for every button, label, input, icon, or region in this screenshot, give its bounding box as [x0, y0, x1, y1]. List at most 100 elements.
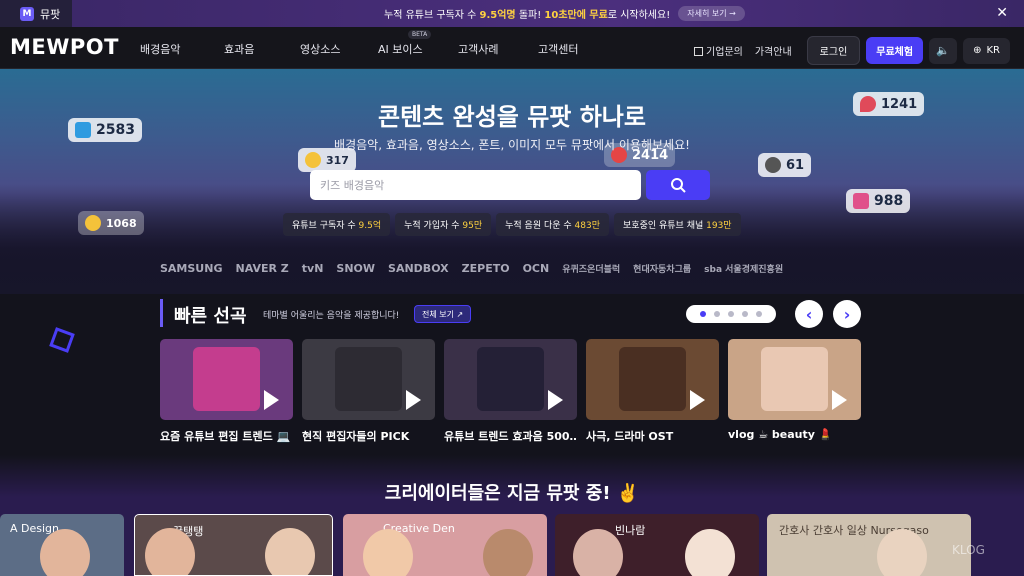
playlist-thumbnail: [302, 339, 435, 420]
playlist-card[interactable]: 사극, 드라마 OST: [586, 339, 719, 444]
creator-face: [685, 529, 735, 576]
playlist-art: [193, 347, 260, 411]
playlist-card[interactable]: 유튜브 트렌드 효과음 500…: [444, 339, 577, 444]
camera-icon: [853, 193, 869, 209]
playlist-card[interactable]: vlog ☕ beauty 💄: [728, 339, 861, 441]
partner-logos: SAMSUNG NAVER Z tvN SNOW SANDBOX ZEPETO …: [160, 262, 783, 275]
creator-card[interactable]: 빈나람: [555, 514, 759, 576]
partner-logo: SNOW: [336, 262, 376, 275]
play-icon[interactable]: [548, 390, 563, 410]
playlist-thumbnail: [728, 339, 861, 420]
carousel-dot[interactable]: [728, 311, 734, 317]
creator-card[interactable]: A Design: [0, 514, 124, 576]
carousel-dot[interactable]: [700, 311, 706, 317]
free-trial-button[interactable]: 무료체험: [866, 37, 924, 64]
hero-title: 콘텐츠 완성을 뮤팟 하나로: [378, 103, 646, 131]
creator-face: [573, 529, 623, 576]
stat-members: 누적 가입자 수 95만: [395, 213, 492, 236]
view-all-button[interactable]: 전체 보기 ↗: [414, 305, 472, 323]
menu-support[interactable]: 고객센터: [538, 41, 608, 57]
emoji-icon: [85, 215, 101, 231]
enterprise-link[interactable]: 기업문의: [691, 43, 746, 58]
partner-logo: tvN: [301, 262, 324, 275]
stat-subscribers: 유튜브 구독자 수 9.5억: [283, 213, 391, 236]
search-button[interactable]: [646, 170, 710, 200]
search-icon: [671, 178, 686, 193]
playlist-thumbnail: [160, 339, 293, 420]
play-icon[interactable]: [832, 390, 847, 410]
promo-text: 누적 유튜브 구독자 수 9.5억명 돌파! 10초만에 무료로 시작하세요!: [384, 10, 671, 21]
creator-card[interactable]: 간호사 간호사 일상 Nursegaso: [767, 514, 971, 576]
building-icon: [694, 47, 704, 56]
carousel-prev-button[interactable]: ‹: [795, 300, 823, 328]
partner-logo: NAVER Z: [235, 262, 289, 275]
creator-face: [145, 528, 195, 575]
partner-logo: sba 서울경제진흥원: [704, 265, 784, 275]
beta-badge: BETA: [408, 30, 432, 39]
pricing-link[interactable]: 가격안내: [752, 43, 795, 58]
menu-bgm[interactable]: 배경음악: [140, 41, 224, 57]
comment-icon: [765, 157, 781, 173]
playlist-art: [761, 347, 828, 411]
creator-card[interactable]: 꿀탱탱: [134, 514, 333, 576]
main-menu: 배경음악 효과음 영상소스 AI 보이스 BETA 고객사례 고객센터: [140, 30, 608, 57]
playlist-card[interactable]: 요즘 유튜브 편집 트렌드 💻: [160, 339, 293, 444]
login-button[interactable]: 로그인: [806, 36, 861, 65]
partner-logo: 현대자동차그룹: [633, 265, 692, 275]
play-icon[interactable]: [690, 390, 705, 410]
tab-title: 뮤팟: [40, 7, 61, 21]
chevron-right-icon: ›: [843, 304, 851, 324]
playlist-thumbnail: [444, 339, 577, 420]
playlist-art: [477, 347, 544, 411]
partner-logo: 유퀴즈온더블럭: [562, 265, 621, 275]
creator-card[interactable]: Creative Den: [343, 514, 547, 576]
close-banner-icon[interactable]: ✕: [996, 5, 1008, 21]
quick-picks-description: 테마별 어울리는 음악을 제공합니다!: [263, 311, 400, 321]
menu-ai-voice-label: AI 보이스: [378, 43, 423, 56]
hero-section: 2583 317 2414 61 1241 988 1068 콘텐츠 완성을 뮤…: [0, 69, 1024, 294]
play-icon[interactable]: [264, 390, 279, 410]
mewpot-favicon-icon: M: [20, 6, 34, 21]
creator-face: [363, 529, 413, 576]
playlist-title: 사극, 드라마 OST: [586, 430, 674, 443]
language-button[interactable]: ⊕ KR: [963, 37, 1010, 64]
partner-logo: ZEPETO: [461, 262, 510, 275]
carousel-pagination: [686, 305, 776, 323]
promo-details-button[interactable]: 자세히 보기 →: [678, 6, 745, 21]
creator-face: [265, 528, 315, 575]
menu-video-source[interactable]: 영상소스: [300, 41, 378, 57]
playlist-card[interactable]: 현직 편집자들의 PICK: [302, 339, 435, 444]
menu-case-studies[interactable]: 고객사례: [458, 41, 538, 57]
stat-bubble: 988: [846, 189, 911, 213]
mewpot-logo[interactable]: MEWPOT: [10, 35, 119, 59]
playlist-thumbnail: [586, 339, 719, 420]
carousel-dot[interactable]: [756, 311, 762, 317]
promo-banner: 누적 유튜브 구독자 수 9.5억명 돌파! 10초만에 무료로 시작하세요! …: [384, 6, 745, 21]
creator-face: [40, 529, 90, 576]
menu-ai-voice[interactable]: AI 보이스 BETA: [378, 30, 458, 57]
search-input[interactable]: 키즈 배경음악: [310, 170, 641, 200]
creator-face: [483, 529, 533, 576]
stats-row: 유튜브 구독자 수 9.5억 누적 가입자 수 95만 누적 음원 다운 수 4…: [283, 213, 741, 236]
klog-watermark: KLOG: [952, 543, 985, 557]
menu-sfx[interactable]: 효과음: [224, 41, 300, 57]
play-icon[interactable]: [406, 390, 421, 410]
stat-downloads: 누적 음원 다운 수 483만: [496, 213, 610, 236]
partner-logo: SANDBOX: [388, 262, 449, 275]
carousel-dot[interactable]: [742, 311, 748, 317]
partner-logo: SAMSUNG: [160, 262, 223, 275]
partner-logo: OCN: [522, 262, 550, 275]
playlist-art: [335, 347, 402, 411]
creator-name: 빈나람: [615, 524, 646, 537]
stat-bubble: 61: [758, 153, 812, 177]
creator-face: [877, 529, 927, 576]
sound-icon[interactable]: 🔈: [929, 37, 958, 64]
playlist-title: vlog ☕ beauty 💄: [728, 428, 833, 441]
carousel-next-button[interactable]: ›: [833, 300, 861, 328]
carousel-dot[interactable]: [714, 311, 720, 317]
decorative-square: [49, 327, 75, 353]
emoji-icon: [305, 152, 321, 168]
browser-tab[interactable]: M 뮤팟: [0, 0, 73, 27]
playlist-art: [619, 347, 686, 411]
top-navigation: MEWPOT 배경음악 효과음 영상소스 AI 보이스 BETA 고객사례 고객센…: [0, 27, 1024, 69]
